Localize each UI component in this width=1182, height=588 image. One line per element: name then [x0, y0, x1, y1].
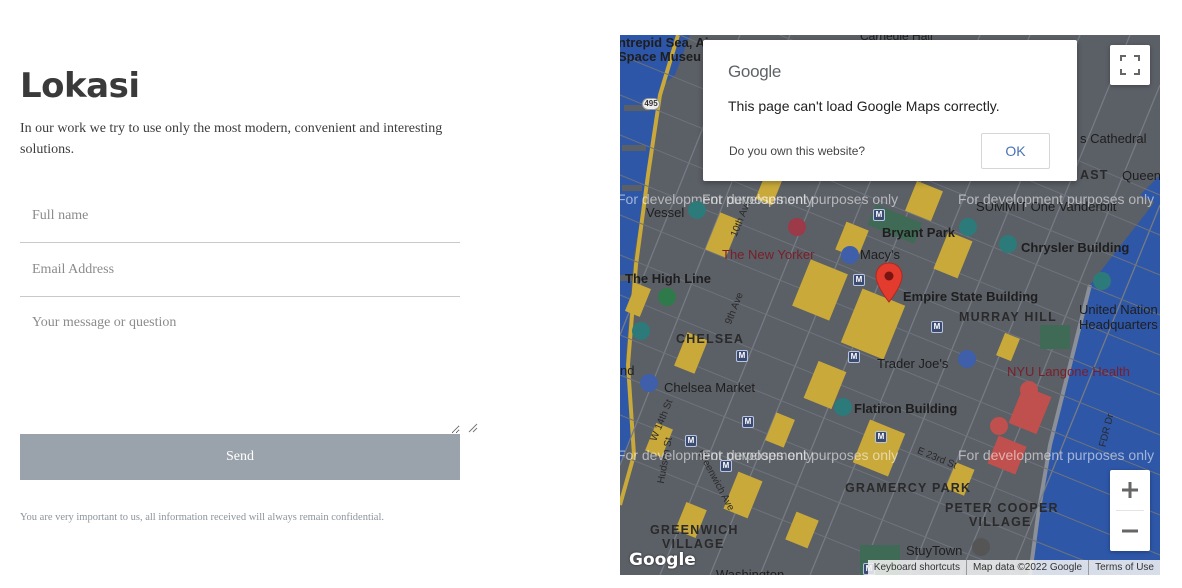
zoom-control — [1110, 470, 1150, 551]
map-label-murray-hill: MURRAY HILL — [959, 310, 1057, 324]
map-label-nd: nd — [620, 363, 635, 378]
plus-icon — [1122, 482, 1138, 498]
resize-grip-icon[interactable] — [468, 423, 478, 433]
map-label-peter-cooper: PETER COOPER — [945, 501, 1059, 515]
camera-poi-icon[interactable] — [1093, 272, 1111, 290]
map-label-united-nations: United Nation — [1079, 302, 1158, 317]
maps-error-dialog: Google This page can't load Google Maps … — [703, 40, 1077, 181]
map-label-washington: Washington — [716, 567, 785, 575]
shopping-poi-icon[interactable] — [841, 246, 859, 264]
subway-icon: M — [742, 416, 754, 428]
map-label-intrepid: ntrepid Sea, Ai — [620, 35, 709, 50]
map-label-east: AST — [1080, 168, 1109, 182]
place-poi-icon[interactable] — [972, 538, 990, 556]
fullscreen-button[interactable] — [1110, 45, 1150, 85]
map-data-text: Map data ©2022 Google — [965, 560, 1088, 575]
map-label-space-museum: Space Museu — [620, 49, 702, 64]
map-label-queens: Queen — [1122, 168, 1160, 183]
terms-of-use-link[interactable]: Terms of Use — [1088, 560, 1160, 575]
map-label-new-yorker: The New Yorker — [722, 247, 815, 262]
hospital-poi-icon[interactable] — [1020, 381, 1038, 399]
map-label-chelsea: CHELSEA — [676, 332, 745, 346]
map-label-greenwich: GREENWICH — [650, 523, 739, 537]
subway-icon: M — [875, 431, 887, 443]
own-website-question[interactable]: Do you own this website? — [729, 144, 865, 158]
page-title: Lokasi — [20, 66, 140, 106]
hospital-poi-icon[interactable] — [990, 417, 1008, 435]
map-label-nyu: NYU Langone Health — [1007, 364, 1130, 379]
zoom-in-button[interactable] — [1110, 470, 1150, 510]
map-label-chrysler: Chrysler Building — [1021, 240, 1130, 255]
hotel-poi-icon[interactable] — [788, 218, 806, 236]
camera-poi-icon[interactable] — [632, 322, 650, 340]
subway-icon: M — [848, 351, 860, 363]
shopping-poi-icon[interactable] — [640, 374, 658, 392]
zoom-out-button[interactable] — [1110, 511, 1150, 551]
subway-icon: M — [720, 460, 732, 472]
map-label-flatiron: Flatiron Building — [854, 401, 958, 416]
map-attribution: Keyboard shortcuts Map data ©2022 Google… — [867, 560, 1160, 575]
privacy-note: You are very important to us, all inform… — [20, 512, 384, 523]
ok-button[interactable]: OK — [981, 133, 1050, 169]
subway-icon: M — [853, 274, 865, 286]
dev-watermark: For development purposes only — [702, 191, 899, 207]
map-label-macys: Macy's — [860, 247, 901, 262]
map-label-cathedral: s Cathedral — [1080, 131, 1147, 146]
map-label-bryant-park: Bryant Park — [882, 225, 955, 240]
message-textarea[interactable] — [20, 298, 460, 434]
shopping-poi-icon[interactable] — [958, 350, 976, 368]
intro-text: In our work we try to use only the most … — [20, 121, 443, 157]
subway-icon: M — [931, 321, 943, 333]
error-message: This page can't load Google Maps correct… — [728, 98, 1000, 114]
contact-section: Lokasi In our work we try to use only th… — [20, 0, 478, 588]
google-map[interactable]: ntrepid Sea, Ai Space Museu Carnegie Hal… — [620, 35, 1160, 575]
map-label-greenwich-village: VILLAGE — [662, 537, 725, 551]
minus-icon — [1122, 529, 1138, 533]
map-label-gramercy: GRAMERCY PARK — [845, 481, 972, 495]
fullscreen-icon — [1120, 55, 1140, 75]
map-label-village: VILLAGE — [969, 515, 1032, 529]
map-label-trader-joes: Trader Joe's — [877, 356, 949, 371]
keyboard-shortcuts-link[interactable]: Keyboard shortcuts — [868, 560, 966, 575]
camera-poi-icon[interactable] — [999, 235, 1017, 253]
camera-poi-icon[interactable] — [959, 218, 977, 236]
camera-poi-icon[interactable] — [834, 398, 852, 416]
google-logo[interactable]: Google — [629, 550, 696, 570]
dev-watermark: For development purposes only — [958, 447, 1155, 463]
tree-poi-icon[interactable] — [658, 288, 676, 306]
map-label-high-line: The High Line — [625, 271, 711, 286]
map-label-un-hq: Headquarters — [1079, 317, 1158, 332]
map-label-empire-state: Empire State Building — [903, 289, 1039, 304]
map-label-stuytown: StuyTown — [906, 543, 963, 558]
subway-icon: M — [736, 350, 748, 362]
camera-poi-icon[interactable] — [688, 201, 706, 219]
full-name-input[interactable] — [20, 190, 460, 243]
subway-icon: M — [685, 435, 697, 447]
map-label-route-495: 495 — [642, 98, 660, 110]
subway-icon: M — [873, 209, 885, 221]
dev-watermark: For development purposes only — [958, 191, 1155, 207]
map-label-chelsea-market: Chelsea Market — [664, 380, 756, 395]
send-button[interactable]: Send — [20, 434, 460, 480]
email-input[interactable] — [20, 244, 460, 297]
google-logo-text: Google — [728, 62, 782, 81]
location-pin-icon[interactable] — [875, 262, 903, 304]
map-label-vessel: Vessel — [646, 205, 685, 220]
